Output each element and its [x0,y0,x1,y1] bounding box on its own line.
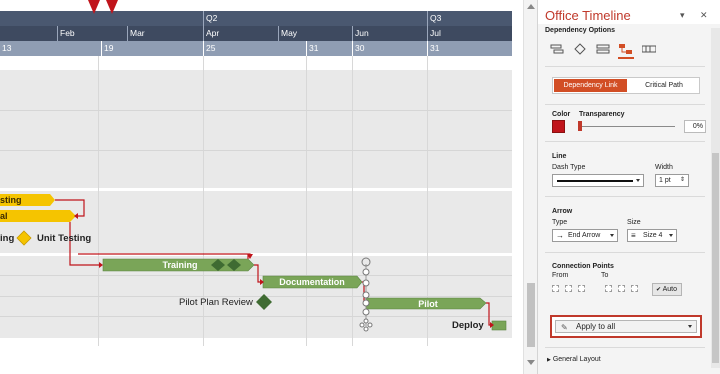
scroll-up-icon[interactable] [527,4,535,9]
panel-menu-chevron-down-icon[interactable]: ▾ [680,10,685,21]
solid-line-icon [557,180,633,182]
tab-critical-path[interactable]: Critical Path [629,79,699,92]
task-label-al: al [0,211,8,221]
panel-scroll-thumb[interactable] [712,153,719,363]
to-point-right-icon[interactable] [631,285,638,292]
to-label: To [601,272,609,279]
from-point-left-icon[interactable] [552,285,559,292]
line-heading: Line [552,153,567,160]
milestone-label-pilot-plan-review: Pilot Plan Review [179,297,253,308]
swimlane-style-icon[interactable] [596,43,610,55]
timeband-style-icon[interactable] [642,43,656,55]
width-select[interactable]: 1 pt ⇕ [655,174,689,187]
tab-dependency-link[interactable]: Dependency Link [554,79,627,92]
auto-label: Auto [662,286,677,293]
active-tool-underline [618,57,634,59]
check-icon: ✔ [656,287,662,293]
transparency-label: Transparency [579,111,625,118]
task-label-testing: sting [0,195,22,205]
end-arrow-icon: → [556,231,564,240]
arrow-size-label: Size [627,219,641,226]
arrow-type-label: Type [552,219,568,226]
panel-content: Dependency Options Dependency Link Criti… [538,24,720,374]
dependency-mode-toggle: Dependency Link Critical Path [552,77,700,94]
milestone-pilot-plan-review-icon[interactable] [256,294,272,310]
to-point-left-icon[interactable] [605,285,612,292]
scroll-down-icon[interactable] [527,360,535,365]
milestone-unit-testing-icon[interactable] [16,230,32,246]
dash-type-label: Dash Type [552,164,586,171]
from-point-middle-icon[interactable] [565,285,572,292]
close-icon[interactable]: ✕ [700,10,708,21]
office-timeline-panel: Office Timeline ▾ ✕ Dependency Options D… [537,0,720,374]
vertical-scrollbar[interactable] [523,0,537,374]
brush-icon: ✎ [561,323,568,332]
task-bar-deploy[interactable] [491,320,507,331]
panel-scrollbar[interactable] [711,28,720,368]
connection-points-heading: Connection Points [552,263,614,270]
general-layout-label: General Layout [552,356,601,363]
task-bar-al[interactable] [0,210,76,222]
arrow-heading: Arrow [552,208,573,215]
transparency-slider-handle[interactable] [578,121,582,131]
apply-to-all-highlight: ✎ Apply to all [550,315,702,338]
task-label-pilot: Pilot [418,299,438,309]
milestone-style-icon[interactable] [573,43,587,55]
apply-label: Apply to all [576,322,616,331]
apply-to-all-button[interactable]: ✎ Apply to all [555,320,697,333]
from-point-right-icon[interactable] [578,285,585,292]
task-label-training: Training [162,260,198,270]
spinner-icon: ⇕ [679,177,685,183]
dependency-links [0,194,507,332]
milestone-label-unit-testing: Unit Testing [37,233,92,244]
width-value: 1 pt [659,177,671,184]
dependency-options-heading: Dependency Options [545,27,616,34]
chevron-down-icon[interactable] [688,325,692,328]
color-label: Color [552,111,571,118]
gantt-chart: Q2 Q3 Feb Mar Apr May Jun Jul 13 19 25 3… [0,0,512,374]
task-label-ing: ing [0,233,15,244]
auto-connection-button[interactable]: ✔ Auto [652,283,682,296]
dash-type-select[interactable] [552,174,644,187]
general-layout-section[interactable]: ▶ General Layout [547,356,601,363]
to-point-middle-icon[interactable] [618,285,625,292]
task-label-documentation: Documentation [279,277,345,287]
from-label: From [552,272,569,279]
arrow-size-select[interactable]: ≡ Size 4 [627,229,677,242]
arrow-type-select[interactable]: → End Arrow [552,229,618,242]
panel-title: Office Timeline [545,8,631,23]
transparency-slider-track[interactable] [579,126,675,127]
transparency-input[interactable]: 0% [684,120,706,133]
task-label-deploy: Deploy [452,320,484,331]
scroll-thumb[interactable] [527,283,535,347]
color-swatch[interactable] [552,120,565,133]
dependency-style-icon[interactable] [619,43,633,55]
expand-triangle-icon: ▶ [547,357,551,363]
arrow-size-value: Size 4 [643,232,663,239]
bar-style-icon[interactable] [550,43,564,55]
selection-handles[interactable] [359,257,373,332]
arrow-type-value: End Arrow [568,232,601,239]
width-label: Width [655,164,673,171]
size-lines-icon: ≡ [631,231,636,240]
